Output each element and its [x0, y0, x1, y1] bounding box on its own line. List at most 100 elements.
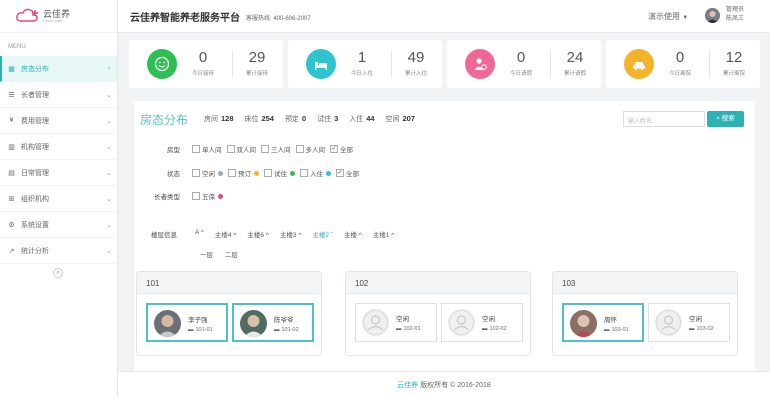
elder-avatar-icon — [240, 310, 267, 337]
sidebar-item-elder-management[interactable]: ☰ 长者管理 ⌄ — [0, 82, 117, 108]
checkbox-box — [228, 169, 236, 177]
bed-id: 101-01 — [195, 327, 213, 333]
stat-card-reception[interactable]: 0 今日接待 29 累计接待 — [129, 40, 283, 88]
stat-card-leave[interactable]: 0 今日请假 24 累计请假 — [447, 40, 601, 88]
summary-value: 0 — [301, 114, 307, 123]
building-tab-label: 主楼3 — [279, 232, 297, 239]
stat-card-discharge[interactable]: 0 今日离院 12 累计离院 — [606, 40, 760, 88]
sidebar-item-daily-management[interactable]: ▤ 日常管理 ⌄ — [0, 160, 117, 186]
floor-tab[interactable]: 二层 — [225, 252, 238, 259]
bed-id-row: ▬ 103-02 — [689, 326, 714, 332]
search-button[interactable]: ⌕ 搜索 — [707, 111, 744, 127]
checkbox-status-trial[interactable]: 试住 — [264, 168, 295, 178]
smile-icon — [147, 49, 177, 79]
room-number: 103 — [553, 272, 737, 294]
checkmark-icon: ✓ — [336, 169, 344, 177]
stat-caption: 累计接待 — [245, 71, 268, 77]
checkbox-five-guarantees[interactable]: 五保 — [192, 191, 223, 201]
sidebar-item-system-settings[interactable]: ⚙ 系统设置 ⌄ — [0, 212, 117, 238]
checkbox-status-vacant[interactable]: 空闲 — [192, 168, 223, 178]
stat-value: 0 — [198, 49, 208, 66]
sidebar-item-institution-management[interactable]: ▥ 机构管理 ⌄ — [0, 134, 117, 160]
bed-id-row: ▬ 103-01 — [604, 327, 629, 333]
checkbox-single-room[interactable]: 单人间 — [192, 144, 222, 154]
building-tab-active[interactable]: 主楼2 ˇ — [312, 229, 333, 239]
sidebar-item-label: 机构管理 — [21, 143, 49, 151]
stat-value: 24 — [566, 49, 584, 66]
building-tab[interactable]: 主楼1 ^ — [373, 229, 395, 239]
floor-tab[interactable]: 一层 — [200, 252, 213, 259]
grid-icon: ▦ — [8, 65, 15, 73]
stat-caption: 今日离院 — [668, 71, 691, 77]
sidebar-item-statistics[interactable]: ↗ 统计分析 ⌄ — [0, 238, 117, 264]
checkbox-box — [192, 169, 200, 177]
checkbox-box — [300, 169, 308, 177]
room-summary: 房间 128 床位 254 预定 0 试住 3 入住 44 空闲 207 — [204, 114, 424, 124]
building-tab[interactable]: 主楼6 ^ — [247, 229, 269, 239]
org-icon: ⊞ — [8, 195, 15, 203]
bed-id: 102-01 — [403, 326, 421, 332]
bed-id-row: ▬ 102-02 — [482, 326, 507, 332]
chevron-down-icon: ⌄ — [106, 247, 112, 255]
sidebar-item-fee-management[interactable]: ¥ 费用管理 ⌄ — [0, 108, 117, 134]
bed-card-occupied[interactable]: 陈爷爷 ▬ 101-02 — [232, 303, 314, 342]
demo-dropdown[interactable]: 演示使用 ▼ — [648, 11, 688, 22]
bed-card-occupied[interactable]: 李子强 ▬ 101-01 — [146, 303, 228, 342]
checkbox-status-checked-in[interactable]: 入住 — [300, 168, 331, 178]
elder-avatar-icon — [154, 310, 181, 337]
room-card: 102 空闲 ▬ 102-01 空闲 ▬ 102-02 — [345, 271, 531, 356]
summary-label: 预定 — [284, 116, 299, 123]
status-dot — [290, 170, 295, 176]
building-icon: ▥ — [8, 143, 15, 151]
footer-brand[interactable]: 云佳养 — [397, 382, 418, 389]
bed-card-vacant[interactable]: 空闲 ▬ 103-02 — [648, 303, 730, 342]
checkbox-label: 全部 — [346, 171, 359, 178]
building-tab[interactable]: 主楼4 ^ — [215, 229, 237, 239]
filter-label: 状态 — [167, 171, 180, 178]
bed-card-occupied[interactable]: 周怀 ▬ 103-01 — [562, 303, 644, 342]
collapse-sidebar-button[interactable]: « — [53, 268, 63, 278]
logo[interactable]: 云佳养 Cloud care — [0, 0, 117, 33]
checkbox-label: 空闲 — [202, 171, 215, 178]
checkbox-box — [264, 169, 272, 177]
summary-value: 207 — [402, 114, 415, 123]
building-tab-label: 主楼1 — [372, 232, 390, 239]
sidebar-item-room-status[interactable]: ▦ 房态分布 › — [0, 56, 117, 82]
checkbox-box — [226, 145, 235, 153]
search-input[interactable]: 输入姓名 — [623, 111, 705, 127]
building-tab-label: 主楼4 — [214, 232, 232, 239]
bed-id-row: ▬ 102-01 — [396, 326, 421, 332]
bed-id-row: ▬ 101-02 — [274, 327, 299, 333]
bed-card-vacant[interactable]: 空闲 ▬ 102-01 — [355, 303, 437, 342]
bed-icon: ▬ — [188, 327, 194, 333]
stat-card-checkin[interactable]: 1 今日入住 49 累计入住 — [288, 40, 442, 88]
checkbox-multi-room[interactable]: 多人间 — [295, 144, 325, 154]
checkbox-double-room[interactable]: 双人间 — [226, 144, 256, 154]
building-tab[interactable]: 主楼3 ^ — [280, 229, 302, 239]
checkbox-label: 单人间 — [202, 147, 222, 154]
user-info[interactable]: 管理员 陈凤三 — [726, 6, 744, 24]
demo-label: 演示使用 — [648, 12, 680, 21]
checkbox-status-reserved[interactable]: 预订 — [228, 168, 259, 178]
summary-label: 试住 — [317, 116, 332, 123]
elder-name: 陈爷爷 — [274, 317, 294, 324]
building-tab-label: A — [195, 229, 199, 236]
sidebar-item-organization[interactable]: ⊞ 组织机构 ⌄ — [0, 186, 117, 212]
bed-id: 103-02 — [696, 326, 714, 332]
bed-icon: ▬ — [604, 327, 610, 333]
summary-value: 44 — [366, 114, 375, 123]
bed-id: 103-01 — [611, 327, 629, 333]
status-dot — [218, 193, 223, 199]
bed-id: 101-02 — [281, 327, 299, 333]
checkbox-status-all[interactable]: ✓ 全部 — [336, 168, 359, 178]
page-title: 云佳养智能养老服务平台 — [130, 12, 240, 24]
building-tab-label: 主楼2 — [312, 232, 329, 239]
checkbox-triple-room[interactable]: 三人间 — [261, 144, 291, 154]
checkbox-all-room-types[interactable]: ✓ 全部 — [330, 144, 353, 154]
building-tab[interactable]: 主楼 ^ — [344, 229, 362, 239]
building-tab[interactable]: A ^ — [195, 229, 204, 239]
caret-down-icon: ▼ — [682, 15, 689, 21]
bed-card-vacant[interactable]: 空闲 ▬ 102-02 — [441, 303, 523, 342]
avatar[interactable] — [705, 8, 720, 23]
bed-status: 空闲 — [396, 316, 409, 323]
